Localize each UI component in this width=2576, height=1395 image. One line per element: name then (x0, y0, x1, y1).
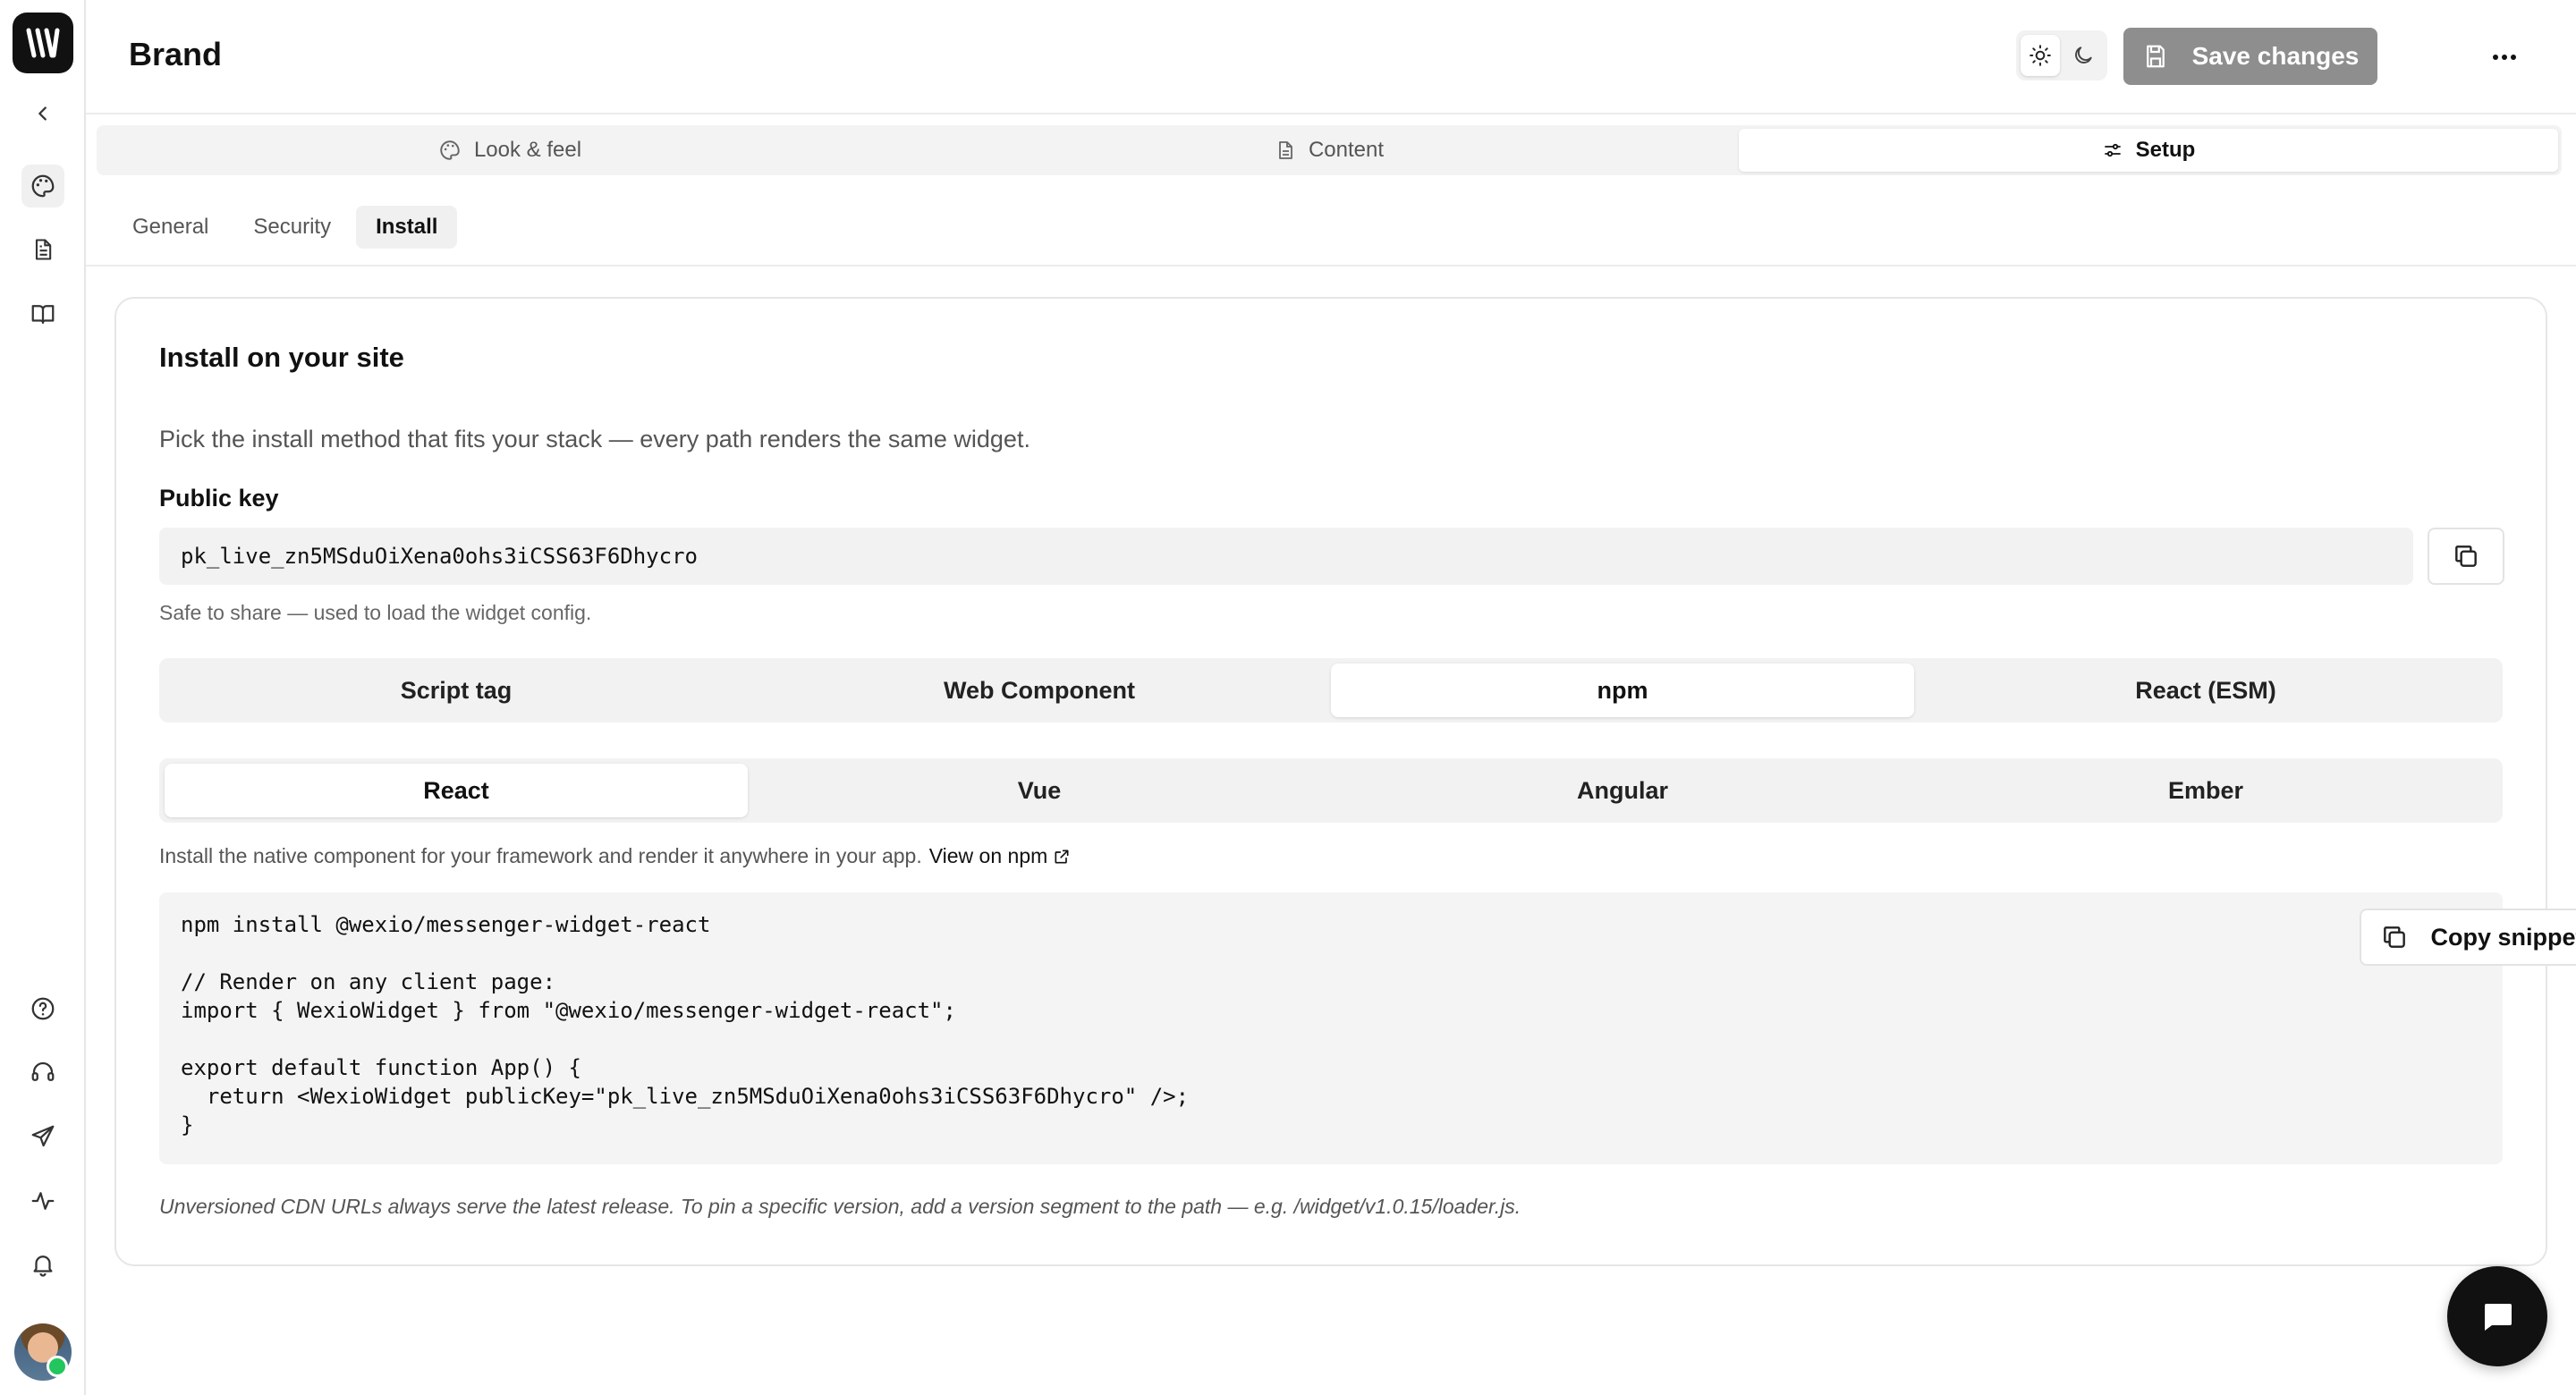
sun-icon[interactable] (2021, 35, 2060, 76)
install-card: Install on your site Pick the install me… (114, 297, 2576, 1266)
subtab-general[interactable]: General (113, 206, 228, 249)
save-button-label: Save changes (2191, 42, 2360, 70)
activity-icon[interactable] (21, 1179, 64, 1222)
method-npm[interactable]: npm (1331, 664, 1914, 717)
page-title: Brand (129, 36, 223, 72)
public-key-help: Safe to share — used to load the widget … (159, 601, 592, 624)
logo-mark-icon (26, 28, 60, 58)
tab-label: Content (1308, 138, 1385, 162)
code-line: npm install @wexio/messenger-widget-reac… (181, 912, 711, 937)
framework-vue[interactable]: Vue (748, 764, 1331, 817)
bell-icon[interactable] (21, 1243, 64, 1286)
theme-toggle (2016, 30, 2107, 80)
public-key-label: Public key (159, 485, 279, 512)
app-logo[interactable] (13, 13, 73, 73)
copy-snippet-button[interactable]: Copy snippet (2360, 909, 2576, 966)
copy-icon (2384, 926, 2406, 948)
sidebar (0, 0, 86, 1395)
document-icon (1279, 141, 1292, 159)
card-description: Pick the install method that fits your s… (159, 426, 1030, 452)
chat-launcher-button[interactable] (2447, 1266, 2547, 1366)
external-link-icon (1055, 850, 1069, 863)
code-line: // Render on any client page: (181, 969, 556, 994)
chat-bubble-icon (2485, 1304, 2512, 1331)
code-line: export default function App() { (181, 1055, 581, 1080)
collapse-chevron-icon[interactable] (21, 92, 64, 135)
view-on-npm-link[interactable]: View on npm (929, 844, 1072, 868)
headset-icon[interactable] (21, 1051, 64, 1094)
help-icon[interactable] (21, 987, 64, 1030)
public-key-field[interactable]: pk_live_zn5MSduOiXena0ohs3iCSS63F6Dhycro (159, 528, 2413, 585)
subtab-install[interactable]: Install (356, 206, 458, 249)
more-horizontal-icon[interactable] (2483, 36, 2526, 79)
sliders-icon (2104, 143, 2121, 157)
npm-link-label: View on npm (928, 844, 1048, 867)
tab-look-and-feel[interactable]: Look & feel (100, 129, 919, 172)
palette-icon[interactable] (21, 165, 64, 207)
tab-setup[interactable]: Setup (1739, 129, 2558, 172)
moon-icon[interactable] (2063, 35, 2103, 76)
subtabs-bar: General Security Install (86, 188, 2576, 266)
subtab-security[interactable]: Security (233, 206, 351, 249)
versioning-footnote: Unversioned CDN URLs always serve the la… (159, 1195, 1521, 1218)
copy-key-button[interactable] (2428, 528, 2504, 585)
book-icon[interactable] (21, 292, 64, 335)
code-line: } (181, 1112, 194, 1137)
tab-label: Setup (2135, 138, 2196, 162)
tab-label: Look & feel (473, 138, 582, 162)
send-icon[interactable] (21, 1115, 64, 1158)
palette-icon (440, 140, 460, 160)
document-icon[interactable] (21, 228, 64, 271)
framework-help: Install the native component for your fr… (159, 844, 1071, 868)
save-button[interactable]: Save changes (2123, 28, 2377, 85)
tab-content[interactable]: Content (919, 129, 1739, 172)
method-script-tag[interactable]: Script tag (165, 664, 748, 717)
copy-snippet-label: Copy snippet (2430, 923, 2576, 951)
method-react-esm[interactable]: React (ESM) (1914, 664, 2497, 717)
framework-help-text: Install the native component for your fr… (159, 844, 922, 867)
code-snippet[interactable]: npm install @wexio/messenger-widget-reac… (159, 892, 2576, 1164)
code-line: return <WexioWidget publicKey="pk_live_z… (181, 1084, 1190, 1109)
framework-react[interactable]: React (165, 764, 748, 817)
framework-ember[interactable]: Ember (1914, 764, 2497, 817)
card-title: Install on your site (159, 342, 404, 373)
copy-icon (2455, 545, 2477, 567)
online-status-dot (47, 1356, 68, 1377)
method-web-component[interactable]: Web Component (748, 664, 1331, 717)
section-tabs: Look & feel Content Setup (97, 125, 2562, 175)
framework-tabs: React Vue Angular Ember (159, 758, 2503, 823)
framework-angular[interactable]: Angular (1331, 764, 1914, 817)
install-method-tabs: Script tag Web Component npm React (ESM) (159, 658, 2503, 723)
code-line: import { WexioWidget } from "@wexio/mess… (181, 998, 956, 1023)
save-icon (2146, 45, 2165, 68)
